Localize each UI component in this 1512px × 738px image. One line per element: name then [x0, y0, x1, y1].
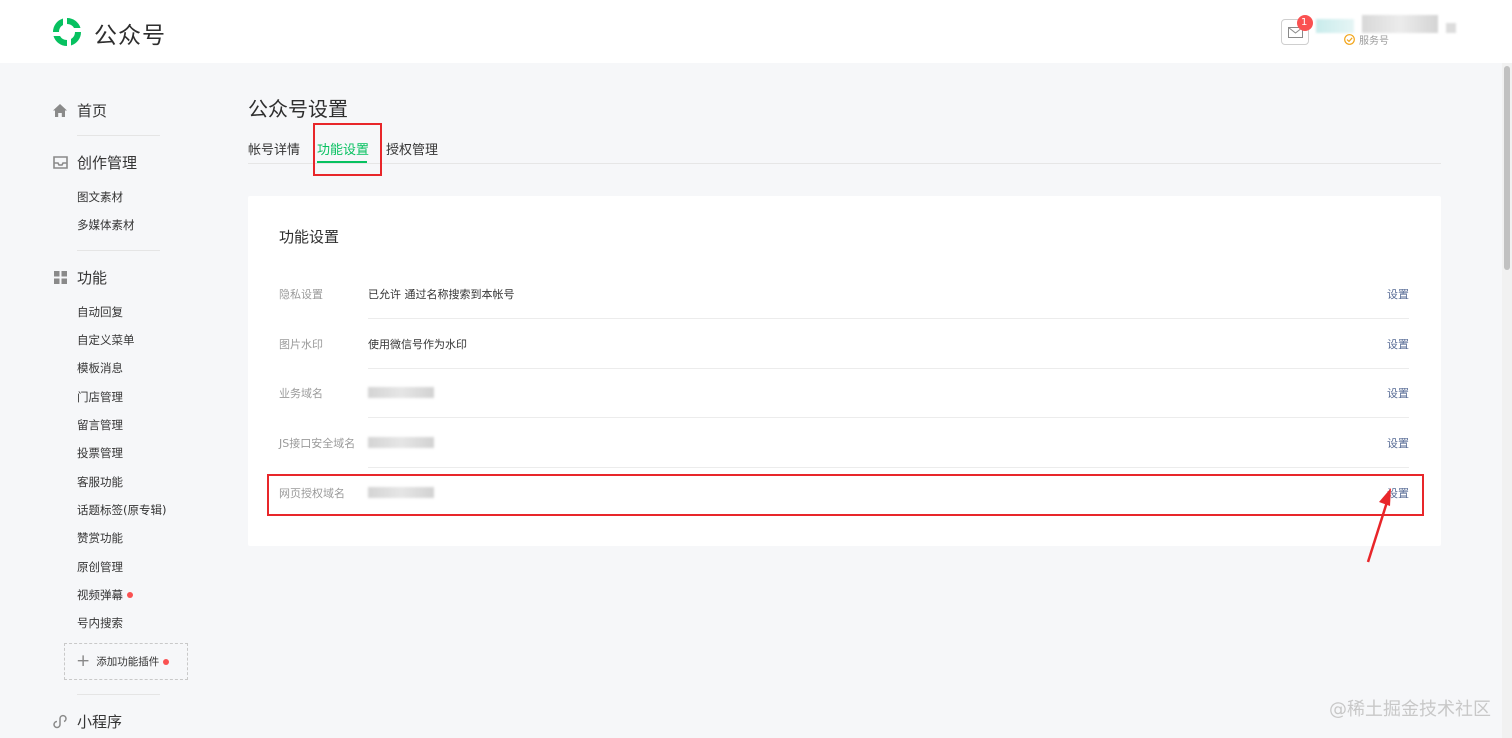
highlight-box-row — [267, 474, 1424, 516]
account-avatar-blurred[interactable] — [1316, 19, 1354, 33]
annotation-arrow-icon — [1366, 488, 1391, 563]
notification-badge: 1 — [1297, 15, 1313, 31]
sidebar-item-auto-reply[interactable]: 自动回复 — [77, 304, 123, 320]
plus-icon: + — [76, 651, 91, 671]
row-value: 使用微信号作为水印 — [368, 338, 467, 351]
account-type-label: 服务号 — [1359, 36, 1389, 47]
settings-row-business-domain: 业务域名 设置 — [279, 385, 1409, 435]
grid-icon — [52, 270, 68, 286]
row-divider — [368, 417, 1409, 418]
row-label: 业务域名 — [279, 387, 323, 400]
watermark: @稀土掘金技术社区 — [1329, 699, 1491, 720]
sidebar-item-customer-service[interactable]: 客服功能 — [77, 474, 123, 490]
sidebar-item-video-danmaku[interactable]: 视频弹幕 — [77, 587, 133, 603]
add-plugin-label: 添加功能插件 — [96, 656, 160, 668]
sidebar-section-creation[interactable]: 创作管理 — [52, 152, 137, 173]
row-label: JS接口安全域名 — [279, 437, 356, 450]
blurred-domain-value — [368, 437, 434, 448]
verified-icon — [1344, 34, 1355, 45]
settings-link[interactable]: 设置 — [1387, 286, 1409, 302]
wechat-official-logo-icon[interactable] — [50, 15, 84, 49]
row-divider — [368, 318, 1409, 319]
sidebar-section-mini-program[interactable]: 小程序 — [52, 711, 122, 732]
divider — [77, 135, 160, 136]
account-menu-blurred[interactable] — [1446, 23, 1456, 33]
row-divider — [368, 467, 1409, 468]
card-title: 功能设置 — [279, 228, 340, 246]
add-plugin-button[interactable]: + 添加功能插件 — [64, 643, 188, 680]
account-name-blurred[interactable] — [1362, 15, 1438, 33]
sidebar-item-image-text[interactable]: 图文素材 — [77, 189, 123, 205]
sidebar-section-features[interactable]: 功能 — [52, 267, 107, 288]
sidebar-item-label: 视频弹幕 — [77, 588, 123, 602]
settings-link[interactable]: 设置 — [1387, 336, 1409, 352]
settings-tabs: 帐号详情 功能设置 授权管理 — [248, 138, 1441, 164]
new-dot-icon — [163, 658, 170, 665]
sidebar-section-label: 创作管理 — [77, 154, 138, 172]
sidebar-section-label: 小程序 — [77, 713, 123, 731]
sidebar-item-template-message[interactable]: 模板消息 — [77, 360, 123, 376]
sidebar-item-votes[interactable]: 投票管理 — [77, 445, 123, 461]
settings-link[interactable]: 设置 — [1387, 435, 1409, 451]
row-label: 图片水印 — [279, 338, 323, 351]
tab-authorization-management[interactable]: 授权管理 — [386, 139, 438, 158]
sidebar-item-originality[interactable]: 原创管理 — [77, 559, 123, 575]
sidebar-item-custom-menu[interactable]: 自定义菜单 — [77, 332, 135, 348]
row-divider — [368, 368, 1409, 369]
sidebar-item-comments[interactable]: 留言管理 — [77, 417, 123, 433]
sidebar-item-multimedia[interactable]: 多媒体素材 — [77, 217, 135, 233]
sidebar-item-topic-tags[interactable]: 话题标签(原专辑) — [77, 502, 166, 518]
home-icon — [52, 103, 68, 119]
settings-link[interactable]: 设置 — [1387, 385, 1409, 401]
divider — [77, 250, 160, 251]
brand-title[interactable]: 公众号 — [94, 16, 166, 50]
sidebar: 首页 创作管理 图文素材 多媒体素材 功能 自动回复 自定义菜单 模板消息 门店… — [0, 63, 210, 738]
mini-program-icon — [52, 714, 68, 730]
page-title: 公众号设置 — [248, 97, 348, 121]
row-label: 隐私设置 — [279, 288, 323, 301]
highlight-box-tab — [313, 123, 382, 176]
settings-row-image-watermark: 图片水印 使用微信号作为水印 设置 — [279, 336, 1409, 386]
blurred-domain-value — [368, 387, 434, 398]
inbox-icon — [52, 155, 68, 171]
sidebar-item-label: 首页 — [77, 102, 108, 120]
divider — [77, 694, 160, 695]
sidebar-item-home[interactable]: 首页 — [52, 100, 107, 121]
scrollbar-thumb[interactable] — [1504, 66, 1510, 270]
settings-row-privacy: 隐私设置 已允许 通过名称搜索到本帐号 设置 — [279, 286, 1409, 336]
top-bar: 公众号 1 服务号 — [0, 0, 1512, 63]
tab-account-details[interactable]: 帐号详情 — [248, 139, 300, 158]
sidebar-section-label: 功能 — [77, 269, 108, 287]
sidebar-item-appreciation[interactable]: 赞赏功能 — [77, 530, 123, 546]
sidebar-item-store[interactable]: 门店管理 — [77, 389, 123, 405]
new-dot-icon — [127, 592, 133, 598]
sidebar-item-in-account-search[interactable]: 号内搜索 — [77, 615, 123, 631]
row-value: 已允许 通过名称搜索到本帐号 — [368, 288, 515, 301]
